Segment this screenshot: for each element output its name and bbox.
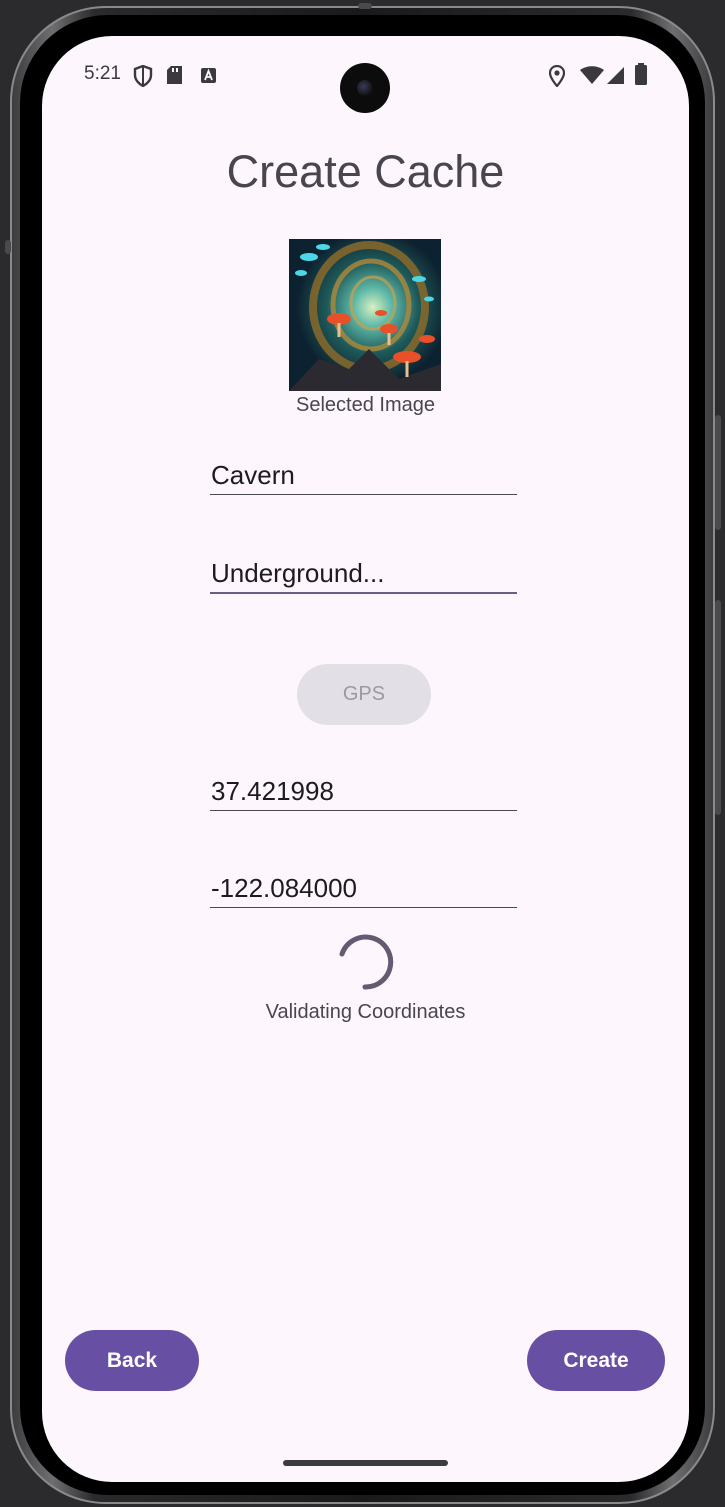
wifi-icon [580, 66, 604, 84]
latitude-field[interactable]: 37.421998 [210, 772, 517, 811]
camera-lens [357, 80, 373, 96]
create-button[interactable]: Create [527, 1330, 665, 1391]
location-icon [549, 65, 565, 87]
phone-screen: 5:21 Create Cache Selected Image Cavern … [42, 36, 689, 1482]
status-time: 5:21 [84, 63, 121, 84]
progress-spinner [339, 934, 394, 990]
home-indicator[interactable] [283, 1460, 448, 1466]
image-caption: Selected Image [296, 394, 435, 416]
a-badge-icon [201, 68, 216, 83]
selected-image[interactable] [289, 239, 441, 391]
phone-side-button [5, 240, 11, 254]
description-value: Underground... [211, 558, 385, 588]
longitude-field[interactable]: -122.084000 [210, 869, 517, 908]
signal-icon [607, 67, 624, 84]
power-button [715, 600, 721, 815]
front-camera [340, 63, 390, 113]
cache-name-value: Cavern [211, 460, 295, 490]
longitude-value: -122.084000 [211, 873, 358, 903]
page-title: Create Cache [226, 146, 505, 197]
back-button[interactable]: Back [65, 1330, 199, 1391]
gps-button[interactable]: GPS [297, 664, 431, 725]
sd-card-icon [167, 66, 182, 84]
progress-text: Validating Coordinates [265, 1001, 466, 1023]
battery-icon [635, 63, 647, 85]
latitude-value: 37.421998 [211, 776, 334, 806]
shield-icon [133, 65, 153, 87]
cache-name-field[interactable]: Cavern [210, 456, 517, 495]
volume-button [715, 415, 721, 530]
cavern-image [289, 239, 441, 391]
description-field[interactable]: Underground... [210, 554, 517, 594]
top-sensor [358, 3, 372, 9]
